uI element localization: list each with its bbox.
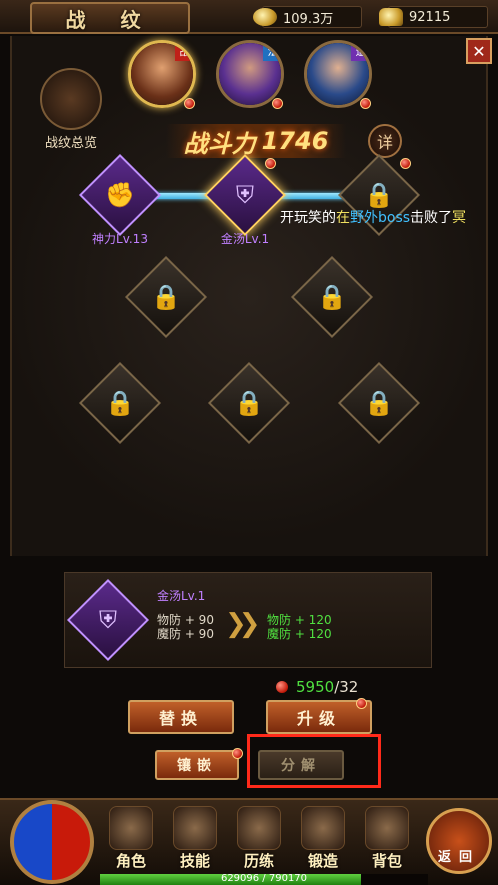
anvil-icon [301,806,345,850]
rune-overview-button[interactable]: 战纹总览 [26,68,116,151]
gold-counter: 109.3万 [253,6,362,28]
arrow-right-icon: ❯❯ [225,609,260,639]
combat-power: 战斗力 1746 [166,124,346,158]
upgrade-cost: 5950/32 [276,678,358,696]
skill-book-icon [173,806,217,850]
red-dot-indicator [360,98,371,109]
top-bar: 战 纹 109.3万 92115 [0,0,498,34]
chat-broadcast: 开玩笑的在野外boss击败了冥 [280,210,467,226]
page-title: 战 纹 [30,2,190,34]
rune-info-panel: ⛨ 金汤Lv.1 物防 + 90 魔防 + 90 ❯❯ 物防 + 120 魔防 … [64,572,432,668]
nav-skills[interactable]: 技能 [164,806,226,871]
armor-icon [237,806,281,850]
gold-ingot-icon [379,8,403,26]
gold-coin-icon [253,8,277,26]
class-tag: 法 [263,43,281,61]
shield-icon: ⛨ [99,606,117,634]
red-dot-indicator [356,698,367,709]
red-dot-indicator [232,748,243,759]
red-dot-indicator [265,158,276,169]
fist-icon: ✊ [105,181,135,209]
selected-rune-icon: ⛨ [66,578,150,662]
hp-mp-orb [10,800,94,884]
red-dot-indicator [184,98,195,109]
rune-emblem-icon [40,68,102,130]
red-dot-indicator [400,158,411,169]
backpack-icon [365,806,409,850]
exp-bar: 629096 / 790170 [100,873,428,885]
helmet-icon [109,806,153,850]
class-tag: 战 [175,43,193,61]
lock-icon: 🔒 [151,283,181,311]
nav-bag[interactable]: 背包 [356,806,418,871]
highlight-box [247,734,381,788]
back-button[interactable]: 返回 [426,808,492,874]
lock-icon: 🔒 [234,389,264,417]
red-gem-icon [276,681,288,693]
red-dot-indicator [272,98,283,109]
detail-button[interactable]: 详 [368,124,402,158]
rune-name: 金汤Lv.1 [157,589,206,603]
ingot-counter: 92115 [379,6,488,28]
lock-icon: 🔒 [105,389,135,417]
nav-forge[interactable]: 锻造 [292,806,354,871]
inlay-button[interactable]: 镶嵌 [155,750,239,780]
lock-icon: 🔒 [317,283,347,311]
next-stats: 物防 + 120 魔防 + 120 [267,613,332,641]
lock-icon: 🔒 [364,389,394,417]
rune-node-label: 神力Lv.13 [92,232,148,246]
nav-character[interactable]: 角色 [100,806,162,871]
close-button[interactable]: ✕ [466,38,492,64]
shield-icon: ⛨ [236,181,254,209]
current-stats: 物防 + 90 魔防 + 90 [157,613,214,641]
rune-node-label: 金汤Lv.1 [220,232,270,246]
class-tag: 道 [351,43,369,61]
replace-button[interactable]: 替换 [128,700,234,734]
nav-training[interactable]: 历练 [228,806,290,871]
